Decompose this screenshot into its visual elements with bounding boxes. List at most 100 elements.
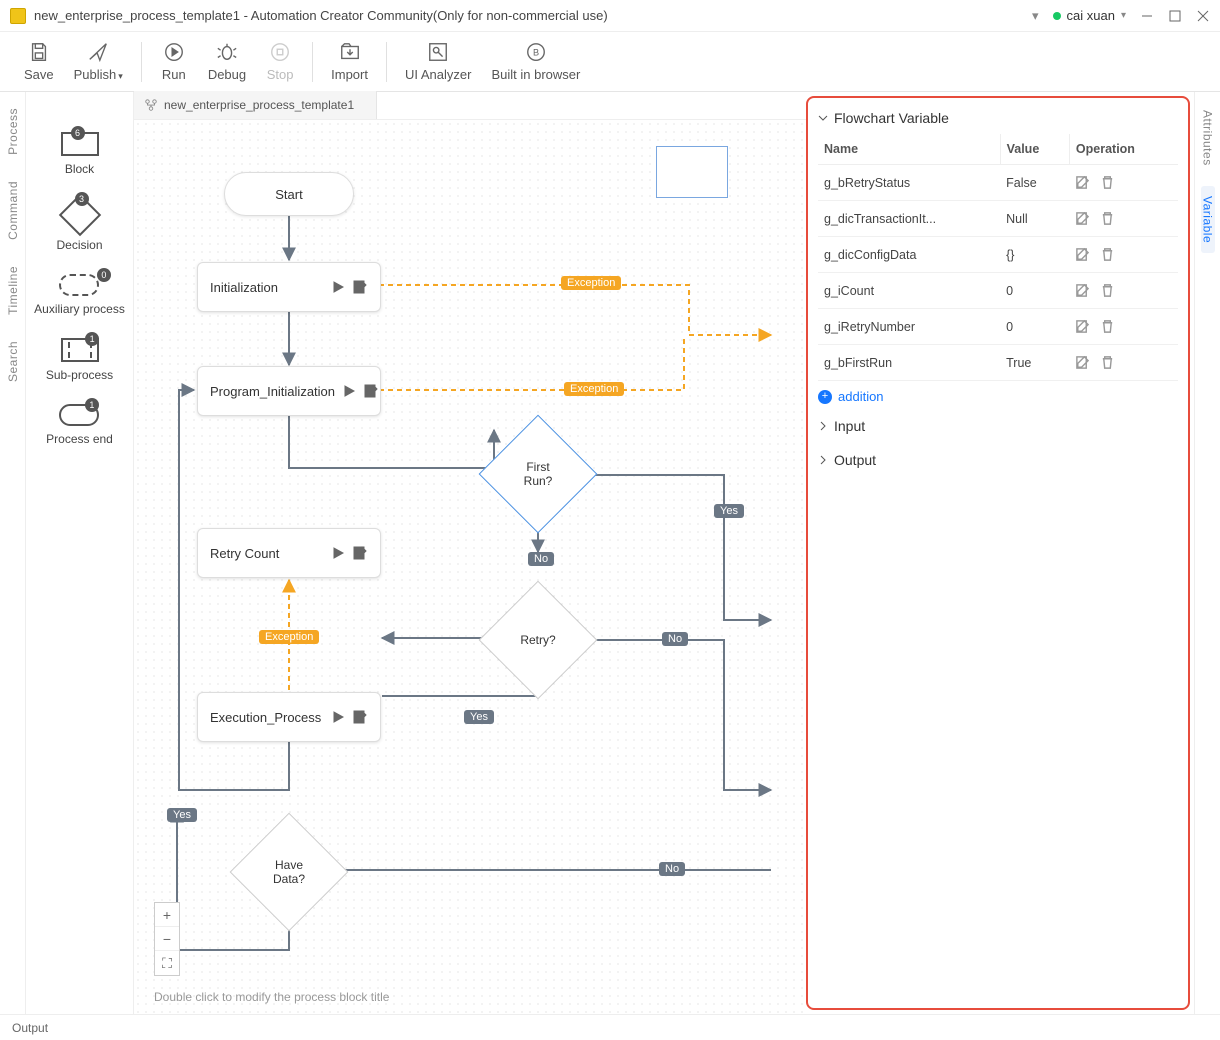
label-exception: Exception — [561, 276, 621, 290]
palette-block[interactable]: 6 Block — [61, 132, 99, 176]
var-value: 0 — [1000, 309, 1069, 345]
delete-icon[interactable] — [1100, 319, 1115, 334]
tab-search[interactable]: Search — [6, 333, 20, 390]
node-retry-count[interactable]: Retry Count — [197, 528, 381, 578]
save-button[interactable]: Save — [14, 41, 64, 82]
svg-text:B: B — [533, 48, 539, 58]
col-name: Name — [818, 134, 1000, 165]
palette-end[interactable]: 1 Process end — [46, 404, 113, 446]
edit-icon[interactable] — [1075, 247, 1090, 262]
close-icon[interactable] — [1196, 9, 1210, 23]
debug-button[interactable]: Debug — [198, 41, 256, 82]
variable-panel: Flowchart Variable Name Value Operation … — [806, 96, 1190, 1010]
right-tabs: Attributes Variable — [1194, 92, 1220, 1014]
plus-icon: + — [818, 390, 832, 404]
col-value: Value — [1000, 134, 1069, 165]
variables-table: Name Value Operation g_bRetryStatus Fals… — [818, 134, 1178, 381]
var-value: True — [1000, 345, 1069, 381]
edit-icon[interactable] — [1075, 175, 1090, 190]
edit-icon[interactable] — [1075, 355, 1090, 370]
label-no: No — [528, 552, 554, 566]
label-yes: Yes — [714, 504, 744, 518]
edit-icon[interactable] — [1075, 211, 1090, 226]
minimize-icon[interactable] — [1140, 9, 1154, 23]
var-name: g_bRetryStatus — [818, 165, 1000, 201]
var-value: {} — [1000, 237, 1069, 273]
toolbar: Save Publish▾ Run Debug Stop Import UI A… — [0, 32, 1220, 92]
var-name: g_dicTransactionIt... — [818, 201, 1000, 237]
import-button[interactable]: Import — [321, 41, 378, 82]
minimap[interactable] — [656, 146, 728, 198]
node-start[interactable]: Start — [224, 172, 354, 216]
section-input[interactable]: Input — [818, 414, 1178, 438]
node-have-data[interactable]: Have Data? — [247, 830, 331, 914]
user-menu[interactable]: cai xuan ▾ — [1053, 8, 1126, 23]
tab-variable[interactable]: Variable — [1201, 186, 1215, 253]
play-icon[interactable] — [330, 709, 346, 725]
stop-icon — [269, 41, 291, 63]
document-tab[interactable]: new_enterprise_process_template1 — [134, 91, 377, 119]
maximize-icon[interactable] — [1168, 9, 1182, 23]
delete-icon[interactable] — [1100, 355, 1115, 370]
shapes-palette: 6 Block 3 Decision 0 Auxiliary process 1… — [26, 92, 134, 1014]
window-title: new_enterprise_process_template1 - Autom… — [34, 8, 1004, 23]
var-value: 0 — [1000, 273, 1069, 309]
table-row: g_dicTransactionIt... Null — [818, 201, 1178, 237]
debug-icon — [216, 41, 238, 63]
edit-icon[interactable] — [1075, 283, 1090, 298]
table-row: g_iCount 0 — [818, 273, 1178, 309]
stop-button: Stop — [256, 41, 304, 82]
node-first-run[interactable]: First Run? — [496, 432, 580, 516]
edit-icon[interactable] — [352, 545, 368, 561]
publish-button[interactable]: Publish▾ — [64, 41, 133, 82]
left-tabs: Process Command Timeline Search — [0, 92, 26, 1014]
delete-icon[interactable] — [1100, 247, 1115, 262]
palette-aux[interactable]: 0 Auxiliary process — [34, 274, 125, 316]
tab-timeline[interactable]: Timeline — [6, 258, 20, 323]
node-retry[interactable]: Retry? — [496, 598, 580, 682]
palette-decision[interactable]: 3 Decision — [56, 198, 102, 252]
canvas-hint: Double click to modify the process block… — [154, 990, 389, 1004]
zoom-in-button[interactable]: + — [155, 903, 179, 927]
node-program-init[interactable]: Program_Initialization — [197, 366, 381, 416]
edit-icon[interactable] — [352, 279, 368, 295]
import-icon — [339, 41, 361, 63]
delete-icon[interactable] — [1100, 211, 1115, 226]
browser-icon: B — [525, 41, 547, 63]
label-exception: Exception — [259, 630, 319, 644]
edit-icon[interactable] — [363, 383, 379, 399]
section-flowchart-variable[interactable]: Flowchart Variable — [818, 106, 1178, 130]
node-execution[interactable]: Execution_Process — [197, 692, 381, 742]
node-initialization[interactable]: Initialization — [197, 262, 381, 312]
table-row: g_iRetryNumber 0 — [818, 309, 1178, 345]
canvas[interactable]: Start Initialization Program_Initializat… — [134, 120, 806, 1014]
tab-process[interactable]: Process — [6, 100, 20, 163]
play-icon[interactable] — [330, 545, 346, 561]
tab-attributes[interactable]: Attributes — [1201, 100, 1215, 176]
zoom-out-button[interactable]: − — [155, 927, 179, 951]
label-no: No — [662, 632, 688, 646]
section-output[interactable]: Output — [818, 448, 1178, 472]
palette-sub[interactable]: 1 Sub-process — [46, 338, 113, 382]
output-tab[interactable]: Output — [12, 1021, 48, 1035]
publish-icon — [87, 41, 109, 63]
col-operation: Operation — [1069, 134, 1178, 165]
delete-icon[interactable] — [1100, 175, 1115, 190]
play-icon[interactable] — [330, 279, 346, 295]
label-yes: Yes — [464, 710, 494, 724]
add-variable-button[interactable]: + addition — [818, 389, 1178, 404]
edit-icon[interactable] — [1075, 319, 1090, 334]
play-icon[interactable] — [341, 383, 357, 399]
app-icon — [10, 8, 26, 24]
zoom-fit-button[interactable]: ⛶ — [155, 951, 179, 975]
edit-icon[interactable] — [352, 709, 368, 725]
table-row: g_dicConfigData {} — [818, 237, 1178, 273]
delete-icon[interactable] — [1100, 283, 1115, 298]
uianalyzer-button[interactable]: UI Analyzer — [395, 41, 481, 82]
tab-command[interactable]: Command — [6, 173, 20, 248]
run-icon — [163, 41, 185, 63]
browser-button[interactable]: B Built in browser — [481, 41, 590, 82]
status-dot-icon — [1053, 12, 1061, 20]
titlebar: new_enterprise_process_template1 - Autom… — [0, 0, 1220, 32]
run-button[interactable]: Run — [150, 41, 198, 82]
